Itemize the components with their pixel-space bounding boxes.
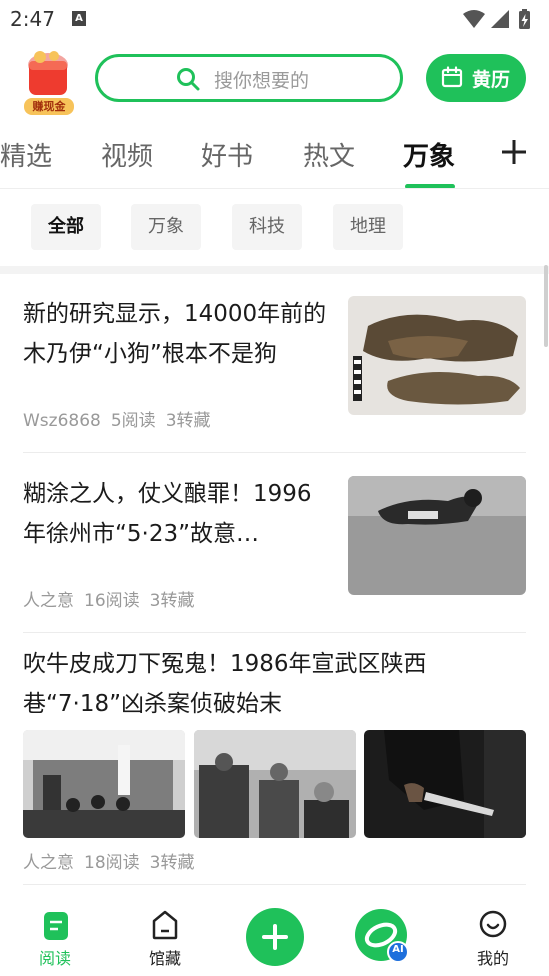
article-meta: Wsz6868 5阅读 3转藏 xyxy=(23,406,211,431)
article-saves: 3转藏 xyxy=(165,411,211,431)
article-thumbnail xyxy=(194,730,356,838)
divider xyxy=(23,632,526,633)
status-bar: 2:47 A xyxy=(0,0,549,38)
article-item[interactable]: 吹牛皮成刀下冤鬼！1986年宣武区陕西巷“7·18”凶杀案侦破始末 人之意 18… xyxy=(23,644,526,874)
header: 赚现金 搜你想要的 黄历 xyxy=(0,40,549,115)
chip-geography[interactable]: 地理 xyxy=(333,204,403,250)
plus-icon xyxy=(262,924,288,950)
article-saves: 3转藏 xyxy=(149,591,195,611)
earn-cash-label: 赚现金 xyxy=(24,98,74,115)
article-title: 糊涂之人，仗义酿罪！1996年徐州市“5·23”故意… xyxy=(23,481,312,547)
add-button[interactable] xyxy=(246,908,304,966)
tab-featured[interactable]: 精选 xyxy=(0,136,52,173)
article-author: 人之意 xyxy=(23,591,74,611)
almanac-label: 黄历 xyxy=(472,69,511,91)
search-placeholder: 搜你想要的 xyxy=(214,70,310,92)
notification-icon: A xyxy=(72,11,86,26)
nav-read-label: 阅读 xyxy=(38,949,71,968)
ai-assistant-icon xyxy=(355,909,409,963)
tab-video[interactable]: 视频 xyxy=(101,136,153,173)
collection-icon xyxy=(152,910,178,940)
earn-cash-button[interactable]: 赚现金 xyxy=(20,49,76,115)
calendar-icon xyxy=(441,66,463,88)
search-input[interactable]: 搜你想要的 xyxy=(95,54,403,102)
article-saves: 3转藏 xyxy=(149,853,195,873)
add-tab-icon[interactable] xyxy=(498,136,530,168)
wifi-icon xyxy=(463,10,485,28)
article-author: Wsz6868 xyxy=(23,411,101,431)
nav-ai-assistant[interactable]: AI xyxy=(342,898,422,976)
article-reads: 16阅读 xyxy=(84,591,140,611)
divider xyxy=(23,884,526,885)
tab-books[interactable]: 好书 xyxy=(201,136,253,173)
chip-tech[interactable]: 科技 xyxy=(232,204,302,250)
article-meta: 人之意 16阅读 3转藏 xyxy=(23,586,194,611)
divider xyxy=(0,188,549,189)
section-separator xyxy=(0,266,549,274)
search-icon xyxy=(177,68,200,91)
read-icon xyxy=(44,912,68,940)
article-title: 新的研究显示，14000年前的木乃伊“小狗”根本不是狗 xyxy=(23,301,327,367)
bottom-nav: 阅读 馆藏 AI 我的 xyxy=(0,898,549,976)
article-meta: 人之意 18阅读 3转藏 xyxy=(23,848,194,873)
profile-icon xyxy=(479,910,507,938)
article-title: 吹牛皮成刀下冤鬼！1986年宣武区陕西巷“7·18”凶杀案侦破始末 xyxy=(23,651,427,717)
tab-wanxiang[interactable]: 万象 xyxy=(403,136,455,173)
article-item[interactable]: 新的研究显示，14000年前的木乃伊“小狗”根本不是狗 Wsz6868 5阅读 3转… xyxy=(23,294,526,436)
chip-all[interactable]: 全部 xyxy=(31,204,101,250)
nav-mine[interactable]: 我的 xyxy=(453,898,533,976)
nav-mine-label: 我的 xyxy=(476,949,509,968)
article-thumbnail xyxy=(364,730,526,838)
subcategory-chips: 全部 万象 科技 地理 xyxy=(0,204,549,250)
almanac-button[interactable]: 黄历 xyxy=(426,54,526,102)
article-item[interactable]: 糊涂之人，仗义酿罪！1996年徐州市“5·23”故意… 人之意 16阅读 3转藏 xyxy=(23,474,526,616)
status-time: 2:47 xyxy=(10,7,55,31)
cell-signal-icon xyxy=(491,10,509,28)
article-reads: 18阅读 xyxy=(84,853,140,873)
nav-collection[interactable]: 馆藏 xyxy=(125,898,205,976)
article-thumbnail xyxy=(23,730,185,838)
ai-badge: AI xyxy=(392,944,404,955)
article-thumbnail xyxy=(348,476,526,595)
category-tabs: 精选 视频 好书 热文 万象 xyxy=(0,128,549,189)
tab-hot-articles[interactable]: 热文 xyxy=(303,136,355,173)
signal-battery-icons xyxy=(463,9,530,29)
nav-read[interactable]: 阅读 xyxy=(15,898,95,976)
scrollbar[interactable] xyxy=(544,265,548,347)
article-author: 人之意 xyxy=(23,853,74,873)
article-reads: 5阅读 xyxy=(110,411,156,431)
nav-collection-label: 馆藏 xyxy=(148,949,181,968)
chip-wanxiang[interactable]: 万象 xyxy=(131,204,201,250)
article-thumbnail xyxy=(348,296,526,415)
divider xyxy=(23,452,526,453)
